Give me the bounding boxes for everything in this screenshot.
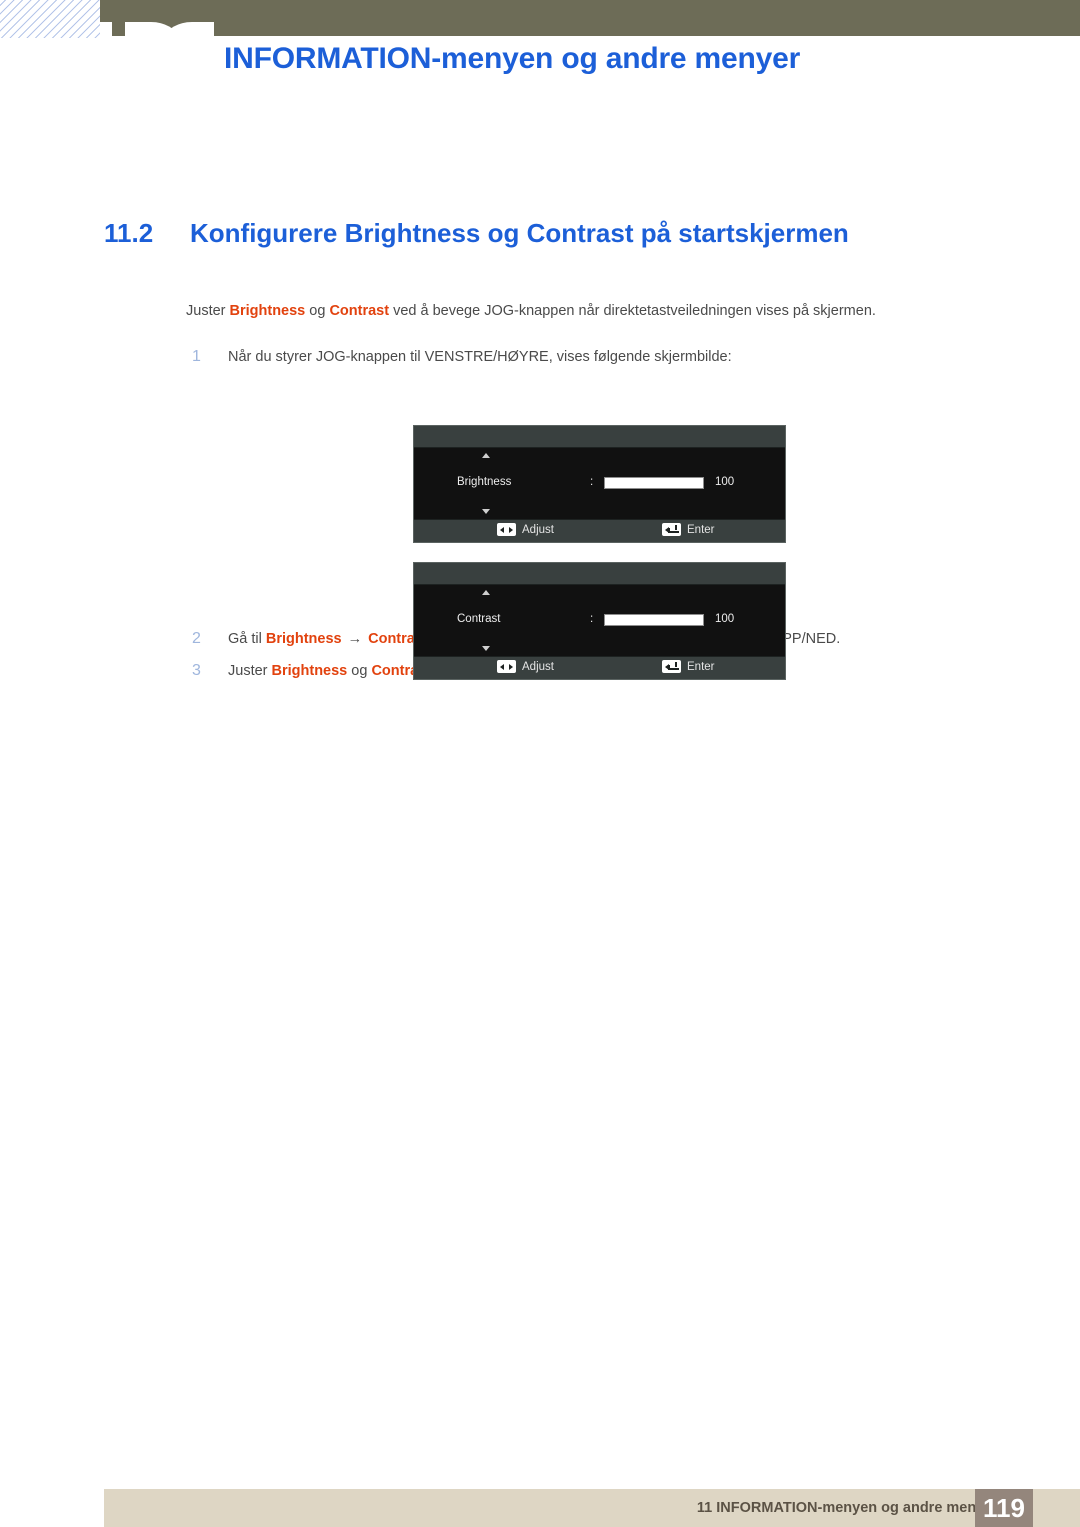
section-heading: 11.2 Konfigurere Brightness og Contrast p… <box>104 218 849 249</box>
header-underline <box>100 36 1080 38</box>
osd-slider-track[interactable] <box>604 614 704 626</box>
osd-hint-enter: Enter <box>662 523 715 536</box>
chapter-banner-bar <box>100 0 1080 36</box>
step-number: 3 <box>192 662 201 679</box>
decorative-hatch-pattern <box>0 0 104 38</box>
keyword-contrast: Contrast <box>329 303 390 319</box>
osd-setting-value: 100 <box>715 613 735 625</box>
osd-top-bar <box>414 563 785 585</box>
intro-text-a: Juster <box>186 303 230 319</box>
list-item: 1 Når du styrer JOG-knappen til VENSTRE/… <box>186 342 976 372</box>
osd-setting-row: Brightness : 100 <box>414 474 785 494</box>
intro-text-c: ved å bevege JOG-knappen når direktetast… <box>389 303 876 319</box>
intro-paragraph: Juster Brightness og Contrast ved å beve… <box>186 296 952 326</box>
step-text: Når du styrer JOG-knappen til VENSTRE/HØ… <box>228 349 732 365</box>
step-number: 2 <box>192 630 201 647</box>
step-text-a: Juster <box>228 663 272 679</box>
arrow-glyph-icon: → <box>347 631 363 647</box>
page-header <box>0 0 1080 40</box>
section-number: 11.2 <box>104 218 154 248</box>
osd-hint-enter-label: Enter <box>687 660 715 673</box>
osd-footer: Adjust Enter <box>414 519 785 542</box>
osd-colon: : <box>590 476 594 488</box>
enter-return-icon <box>662 660 681 673</box>
left-right-arrows-icon <box>497 523 516 536</box>
step-text-b: og <box>347 663 372 679</box>
keyword-brightness: Brightness <box>229 303 306 319</box>
osd-top-bar <box>414 426 785 448</box>
osd-slider-fill <box>605 615 703 625</box>
intro-text-b: og <box>305 303 330 319</box>
osd-screen-contrast: Contrast : 100 Adjust Enter <box>413 562 786 680</box>
osd-colon: : <box>590 613 594 625</box>
section-title: Konfigurere Brightness og Contrast på st… <box>190 218 849 248</box>
osd-screen-brightness: Brightness : 100 Adjust Enter <box>413 425 786 543</box>
triangle-up-icon[interactable] <box>482 590 490 595</box>
osd-setting-value: 100 <box>715 476 735 488</box>
triangle-down-icon[interactable] <box>482 509 490 514</box>
step-number: 1 <box>192 348 201 365</box>
osd-footer: Adjust Enter <box>414 656 785 679</box>
osd-hint-adjust-label: Adjust <box>522 660 554 673</box>
keyword-brightness: Brightness <box>265 631 342 647</box>
page-number: 119 <box>975 1489 1033 1527</box>
triangle-down-icon[interactable] <box>482 646 490 651</box>
step-text-a: Gå til <box>228 631 266 647</box>
osd-hint-enter: Enter <box>662 660 715 673</box>
left-right-arrows-icon <box>497 660 516 673</box>
triangle-up-icon[interactable] <box>482 453 490 458</box>
keyword-brightness: Brightness <box>271 663 348 679</box>
osd-body: Contrast : 100 <box>414 585 785 656</box>
osd-body: Brightness : 100 <box>414 448 785 519</box>
enter-return-icon <box>662 523 681 536</box>
osd-setting-label: Brightness <box>457 476 512 488</box>
page-title: INFORMATION-menyen og andre menyer <box>224 42 801 75</box>
osd-hint-adjust: Adjust <box>497 523 554 536</box>
osd-slider-fill <box>605 478 703 488</box>
osd-screenshot-group: Brightness : 100 Adjust Enter Contrast:… <box>413 425 786 699</box>
osd-setting-row: Contrast : 100 <box>414 611 785 631</box>
osd-slider-track[interactable] <box>604 477 704 489</box>
osd-hint-enter-label: Enter <box>687 523 715 536</box>
osd-setting-label: Contrast <box>457 613 501 625</box>
footer-chapter-label: 11 INFORMATION-menyen og andre menyer <box>696 1500 998 1516</box>
osd-hint-adjust: Adjust <box>497 660 554 673</box>
osd-hint-adjust-label: Adjust <box>522 523 554 536</box>
